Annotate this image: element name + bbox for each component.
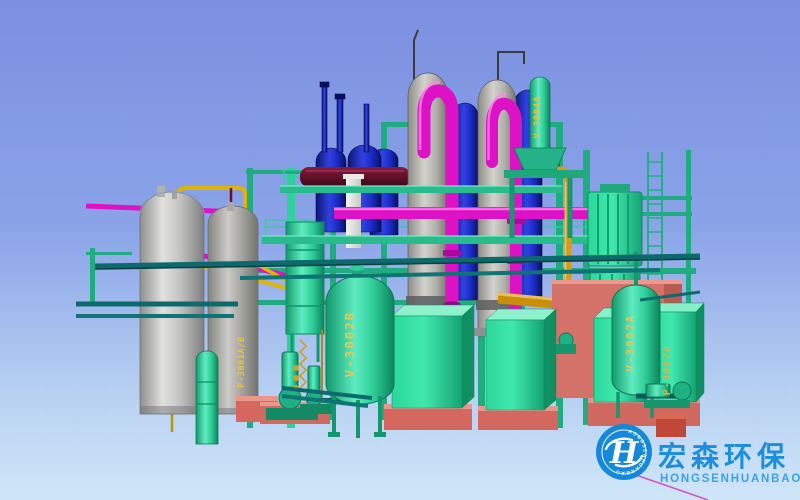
label-v3002b: V-3002B xyxy=(342,311,357,378)
logo-latin-name: HONGSENHUANBAO xyxy=(660,473,800,485)
plant-3d-render-viewport: V-3004A P-3001A/B V-3002B V- xyxy=(0,0,800,500)
label-v3002a: V-3002A xyxy=(624,314,637,372)
label-p3002a: P-3002A xyxy=(662,345,673,396)
label-v3004a: V-3004A xyxy=(533,96,543,139)
logo-monogram: H xyxy=(609,436,640,471)
logo-chinese-name: 宏森环保 xyxy=(658,440,790,472)
label-p3001ab: P-3001A/B xyxy=(237,336,247,387)
slim-green-column xyxy=(196,351,218,444)
plant-3d-scene: V-3004A P-3001A/B V-3002B V- xyxy=(0,0,800,500)
